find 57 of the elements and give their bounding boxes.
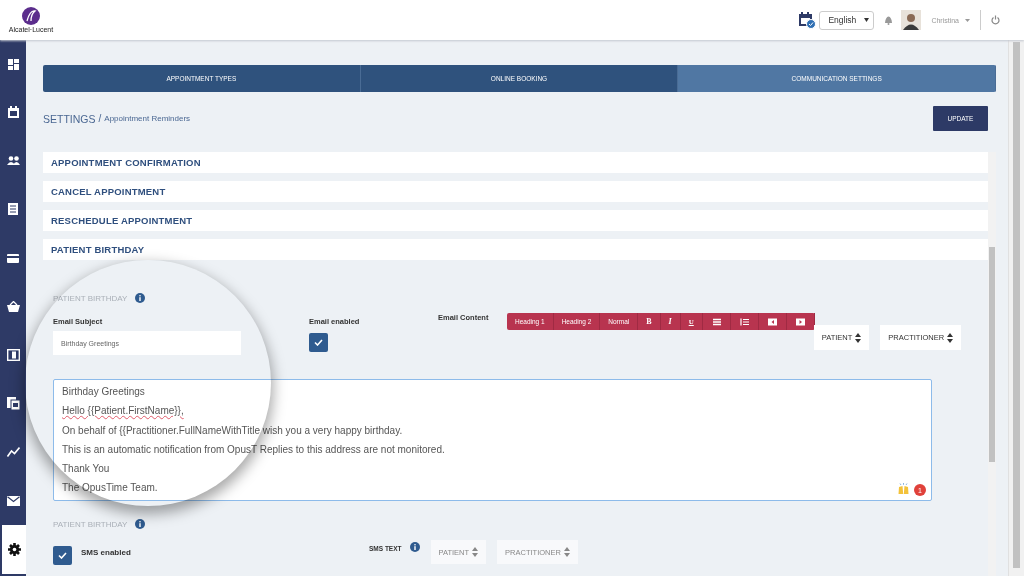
info-icon: [409, 542, 420, 552]
section-heading: PATIENT BIRTHDAY: [53, 293, 128, 303]
language-select[interactable]: English: [819, 10, 875, 30]
outdent-icon: [767, 317, 777, 326]
sort-arrows-icon: [563, 547, 570, 557]
accordion-header[interactable]: APPOINTMENT CONFIRMATION: [43, 152, 988, 173]
info-icon: [135, 519, 146, 529]
calendar-icon: [7, 106, 19, 119]
accordion-header[interactable]: PATIENT BIRTHDAY: [43, 239, 988, 260]
email-body-line: This is an automatic notification from OpusT Replies to this address are not monitored.: [62, 442, 445, 457]
caret-icon: [864, 18, 870, 22]
breadcrumb-separator: /: [98, 113, 102, 124]
bullet-list-icon: [711, 317, 721, 326]
italic-button[interactable]: I: [660, 313, 681, 330]
checkbox-label: SMS enabled: [81, 547, 132, 557]
email-body-line: Hello {{Patient.FirstName}},: [62, 404, 184, 419]
check-icon: [314, 339, 323, 346]
calendar-check-icon[interactable]: [798, 11, 817, 29]
indent-icon: [795, 317, 805, 326]
checkbox[interactable]: [53, 546, 72, 565]
numbered-list-icon: [739, 317, 749, 326]
invoice-icon: [6, 349, 20, 362]
scrollbar-thumb[interactable]: [1013, 42, 1020, 568]
email-body-line: The OpusTime Team.: [62, 481, 158, 496]
basket-icon: [6, 301, 20, 313]
scrollbar-thumb[interactable]: [989, 247, 995, 462]
checkbox[interactable]: [309, 333, 328, 352]
logo-icon: [22, 7, 40, 25]
breadcrumb-root[interactable]: SETTINGS: [43, 112, 96, 125]
check-icon: [58, 552, 67, 559]
sidebar-item[interactable]: [0, 525, 26, 574]
avatar[interactable]: [901, 10, 922, 30]
raised-hands-icon: [898, 483, 909, 495]
info-icon: [135, 293, 146, 303]
dashboard-icon: [7, 58, 19, 70]
bold-button[interactable]: B: [638, 313, 661, 330]
card-icon: [7, 253, 19, 263]
bell-icon[interactable]: [884, 15, 894, 25]
section-heading: PATIENT BIRTHDAY: [53, 519, 128, 529]
email-body-editor[interactable]: [53, 379, 932, 501]
mail-icon: [6, 496, 20, 507]
people-icon: [6, 156, 20, 166]
statement-icon: [6, 397, 20, 411]
caret-icon[interactable]: [965, 18, 970, 22]
email-body-line: Birthday Greetings: [62, 385, 145, 399]
email-body-line: On behalf of {{Practitioner.FullNameWithTitle wish you a very happy birthday.: [62, 423, 403, 438]
settings-icon: [7, 543, 21, 557]
sort-arrows-icon: [855, 332, 862, 343]
accordion-header[interactable]: CANCEL APPOINTMENT: [43, 181, 988, 202]
sort-arrows-icon: [472, 547, 479, 557]
power-icon[interactable]: [991, 15, 1000, 25]
sort-arrows-icon: [947, 332, 954, 343]
breadcrumb-page: Appointment Reminders: [104, 114, 191, 123]
accordion-header[interactable]: RESCHEDULE APPOINTMENT: [43, 210, 988, 231]
email-body-line: Thank You: [62, 462, 110, 477]
chart-icon: [6, 447, 20, 458]
document-icon: [8, 203, 18, 216]
